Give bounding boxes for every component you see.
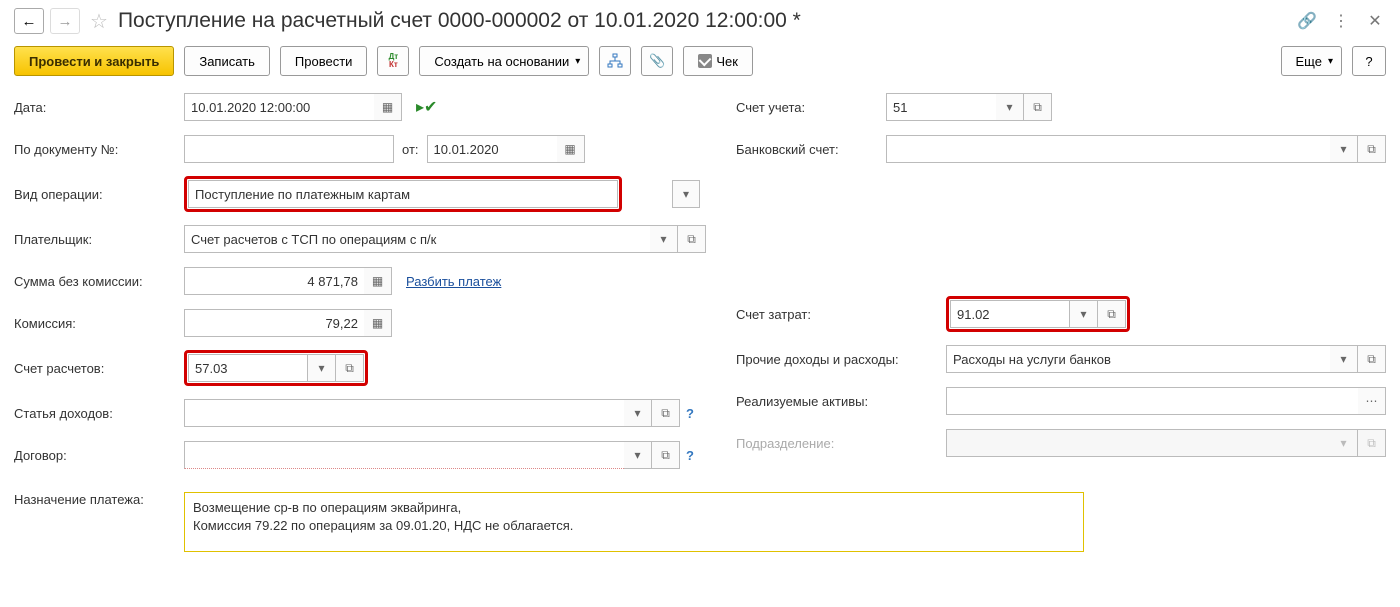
calculator-icon[interactable]: ▦ bbox=[364, 267, 392, 295]
realized-assets-input[interactable] bbox=[946, 387, 1358, 415]
kebab-menu-icon[interactable]: ⋮ bbox=[1330, 10, 1352, 32]
dropdown-icon[interactable]: ▾ bbox=[672, 180, 700, 208]
docnum-input[interactable] bbox=[184, 135, 394, 163]
ellipsis-icon[interactable]: ⋯ bbox=[1358, 387, 1386, 415]
more-button[interactable]: Еще ▾ bbox=[1281, 46, 1342, 76]
receipt-icon bbox=[698, 54, 712, 68]
help-hint-icon[interactable]: ? bbox=[686, 448, 694, 463]
calendar-icon[interactable]: ▦ bbox=[374, 93, 402, 121]
from-date-input[interactable] bbox=[427, 135, 557, 163]
operation-type-input[interactable] bbox=[188, 180, 618, 208]
calendar-icon[interactable]: ▦ bbox=[557, 135, 585, 163]
post-button[interactable]: Провести bbox=[280, 46, 368, 76]
receipt-button[interactable]: Чек bbox=[683, 46, 753, 76]
help-hint-icon[interactable]: ? bbox=[686, 406, 694, 421]
open-icon[interactable]: ⧉ bbox=[1024, 93, 1052, 121]
split-payment-link[interactable]: Разбить платеж bbox=[406, 274, 501, 289]
dropdown-icon[interactable]: ▾ bbox=[624, 399, 652, 427]
from-label: от: bbox=[402, 142, 419, 157]
department-input bbox=[946, 429, 1330, 457]
other-income-expense-input[interactable] bbox=[946, 345, 1330, 373]
transactions-icon-button[interactable]: ДтКт bbox=[377, 46, 409, 76]
open-icon: ⧉ bbox=[1358, 429, 1386, 457]
open-icon[interactable]: ⧉ bbox=[1358, 135, 1386, 163]
cost-account-label: Счет затрат: bbox=[736, 307, 946, 322]
create-based-label: Создать на основании bbox=[434, 54, 569, 69]
payment-purpose-label: Назначение платежа: bbox=[14, 492, 184, 507]
cost-account-input[interactable] bbox=[950, 300, 1070, 328]
payer-input[interactable] bbox=[184, 225, 650, 253]
help-button[interactable]: ? bbox=[1352, 46, 1386, 76]
paperclip-icon: 📎 bbox=[649, 53, 665, 69]
dropdown-icon[interactable]: ▾ bbox=[624, 441, 652, 469]
close-icon[interactable]: ✕ bbox=[1364, 10, 1386, 32]
post-and-close-button[interactable]: Провести и закрыть bbox=[14, 46, 174, 76]
dropdown-icon[interactable]: ▾ bbox=[650, 225, 678, 253]
purpose-line1: Возмещение ср-в по операциям эквайринга, bbox=[193, 499, 1075, 517]
dt-kt-icon: ДтКт bbox=[389, 53, 399, 69]
income-item-label: Статья доходов: bbox=[14, 406, 184, 421]
bank-account-label: Банковский счет: bbox=[736, 142, 886, 157]
save-button[interactable]: Записать bbox=[184, 46, 270, 76]
calculator-icon[interactable]: ▦ bbox=[364, 309, 392, 337]
contract-input[interactable] bbox=[184, 441, 624, 469]
dropdown-icon[interactable]: ▾ bbox=[996, 93, 1024, 121]
open-icon[interactable]: ⧉ bbox=[652, 399, 680, 427]
income-item-input[interactable] bbox=[184, 399, 624, 427]
date-input[interactable] bbox=[184, 93, 374, 121]
more-label: Еще bbox=[1296, 54, 1322, 69]
docnum-label: По документу №: bbox=[14, 142, 184, 157]
sum-input[interactable] bbox=[184, 267, 364, 295]
date-label: Дата: bbox=[14, 100, 184, 115]
nav-forward-button[interactable]: → bbox=[50, 8, 80, 34]
chevron-down-icon: ▾ bbox=[575, 56, 580, 67]
payment-purpose-textarea[interactable]: Возмещение ср-в по операциям эквайринга,… bbox=[184, 492, 1084, 552]
bank-account-input[interactable] bbox=[886, 135, 1330, 163]
link-icon[interactable]: 🔗 bbox=[1296, 10, 1318, 32]
ledger-account-input[interactable] bbox=[886, 93, 996, 121]
dropdown-icon: ▾ bbox=[1330, 429, 1358, 457]
open-icon[interactable]: ⧉ bbox=[678, 225, 706, 253]
favorite-star-icon[interactable]: ☆ bbox=[90, 9, 108, 34]
department-label: Подразделение: bbox=[736, 436, 946, 451]
commission-label: Комиссия: bbox=[14, 316, 184, 331]
receipt-label: Чек bbox=[716, 54, 738, 69]
open-icon[interactable]: ⧉ bbox=[1358, 345, 1386, 373]
commission-input[interactable] bbox=[184, 309, 364, 337]
dropdown-icon[interactable]: ▾ bbox=[1330, 135, 1358, 163]
contract-label: Договор: bbox=[14, 448, 184, 463]
operation-type-label: Вид операции: bbox=[14, 187, 184, 202]
purpose-line2: Комиссия 79.22 по операциям за 09.01.20,… bbox=[193, 517, 1075, 535]
realized-assets-label: Реализуемые активы: bbox=[736, 394, 946, 409]
settlement-account-label: Счет расчетов: bbox=[14, 361, 184, 376]
open-icon[interactable]: ⧉ bbox=[652, 441, 680, 469]
hierarchy-icon bbox=[607, 53, 623, 69]
create-based-on-button[interactable]: Создать на основании ▾ bbox=[419, 46, 589, 76]
payer-label: Плательщик: bbox=[14, 232, 184, 247]
other-income-expense-label: Прочие доходы и расходы: bbox=[736, 352, 946, 367]
nav-back-button[interactable]: ← bbox=[14, 8, 44, 34]
ledger-account-label: Счет учета: bbox=[736, 100, 886, 115]
open-icon[interactable]: ⧉ bbox=[336, 354, 364, 382]
dropdown-icon[interactable]: ▾ bbox=[1070, 300, 1098, 328]
sum-label: Сумма без комиссии: bbox=[14, 274, 184, 289]
chevron-down-icon: ▾ bbox=[1328, 56, 1333, 67]
settlement-account-input[interactable] bbox=[188, 354, 308, 382]
open-icon[interactable]: ⧉ bbox=[1098, 300, 1126, 328]
posted-status-icon: ▸✔ bbox=[416, 97, 437, 117]
window-title: Поступление на расчетный счет 0000-00000… bbox=[118, 9, 1284, 33]
dropdown-icon[interactable]: ▾ bbox=[308, 354, 336, 382]
attachment-icon-button[interactable]: 📎 bbox=[641, 46, 673, 76]
structure-icon-button[interactable] bbox=[599, 46, 631, 76]
dropdown-icon[interactable]: ▾ bbox=[1330, 345, 1358, 373]
